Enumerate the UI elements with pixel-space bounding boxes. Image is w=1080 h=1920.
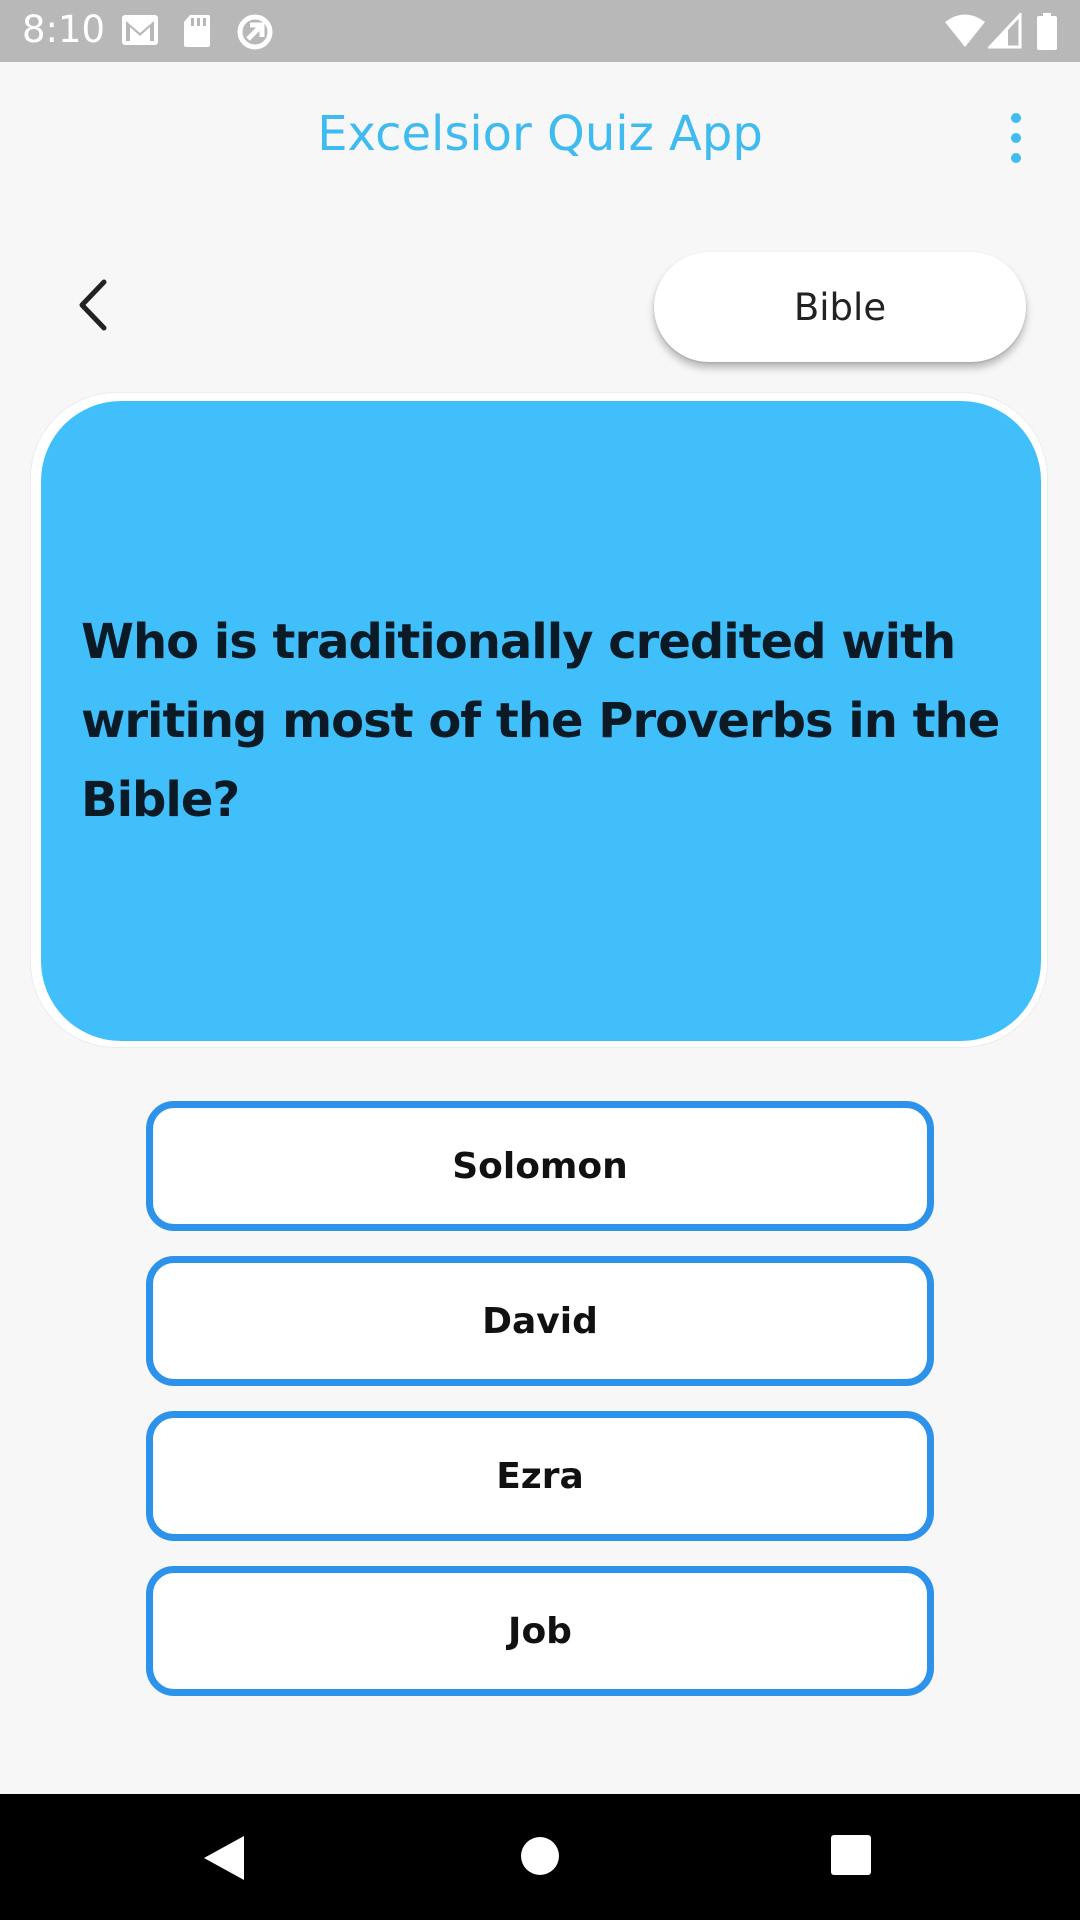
category-chip[interactable]: Bible — [654, 252, 1026, 362]
recents-square-icon[interactable] — [830, 1834, 872, 1876]
answer-option-2[interactable]: David — [146, 1256, 934, 1386]
question-card-outline: Who is traditionally credited with writi… — [30, 392, 1048, 1048]
status-time: 8:10 — [22, 8, 106, 51]
sd-card-icon — [184, 15, 210, 47]
status-bar: 8:10 — [0, 0, 1080, 62]
app-bar: Excelsior Quiz App — [0, 62, 1080, 214]
battery-icon — [1037, 13, 1057, 50]
answer-option-1[interactable]: Solomon — [146, 1101, 934, 1231]
chevron-left-icon[interactable] — [60, 270, 130, 340]
answer-option-3[interactable]: Ezra — [146, 1411, 934, 1541]
question-card: Who is traditionally credited with writi… — [41, 401, 1041, 1041]
question-text: Who is traditionally credited with writi… — [81, 613, 1000, 828]
signal-icon — [988, 13, 1022, 49]
sync-icon — [237, 14, 273, 50]
wifi-icon — [945, 14, 985, 47]
system-nav-bar — [0, 1794, 1080, 1920]
more-vert-icon[interactable] — [1004, 112, 1028, 164]
gmail-icon — [122, 15, 158, 45]
app-title: Excelsior Quiz App — [317, 106, 763, 162]
back-triangle-icon[interactable] — [202, 1834, 246, 1882]
home-circle-icon[interactable] — [518, 1834, 562, 1878]
answer-option-4[interactable]: Job — [146, 1566, 934, 1696]
